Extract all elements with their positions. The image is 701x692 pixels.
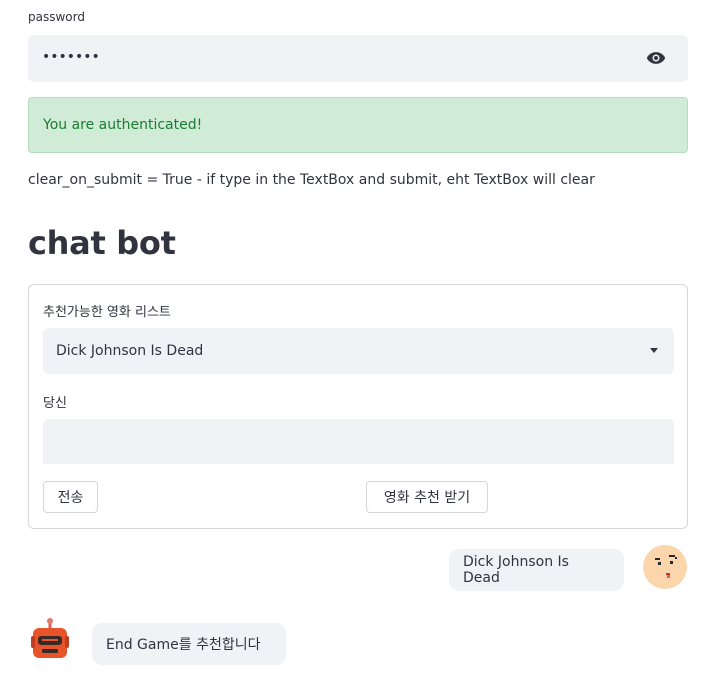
success-alert: You are authenticated!	[28, 97, 688, 153]
info-note: clear_on_submit = True - if type in the …	[28, 172, 595, 188]
bot-message: End Game를 추천합니다	[92, 623, 286, 665]
password-field[interactable]: •••••••	[28, 35, 688, 82]
recommend-button[interactable]: 영화 추천 받기	[366, 481, 488, 513]
movie-select-label: 추천가능한 영화 리스트	[43, 305, 171, 320]
chat-form: 추천가능한 영화 리스트 Dick Johnson Is Dead 당신 전송 …	[28, 284, 688, 529]
alert-text: You are authenticated!	[43, 117, 203, 133]
user-message: Dick Johnson Is Dead	[449, 549, 624, 591]
password-value: •••••••	[42, 49, 100, 65]
submit-button[interactable]: 전송	[43, 481, 98, 513]
robot-avatar	[30, 616, 70, 662]
page-title: chat bot	[28, 224, 176, 262]
user-text-input[interactable]	[43, 419, 674, 464]
movie-select-value: Dick Johnson Is Dead	[56, 343, 204, 359]
movie-select[interactable]: Dick Johnson Is Dead	[43, 328, 674, 374]
caret-down-icon	[650, 348, 658, 353]
eye-icon[interactable]	[646, 50, 666, 66]
user-input-label: 당신	[43, 396, 67, 411]
user-face-avatar	[643, 545, 687, 589]
password-label: password	[28, 10, 85, 24]
